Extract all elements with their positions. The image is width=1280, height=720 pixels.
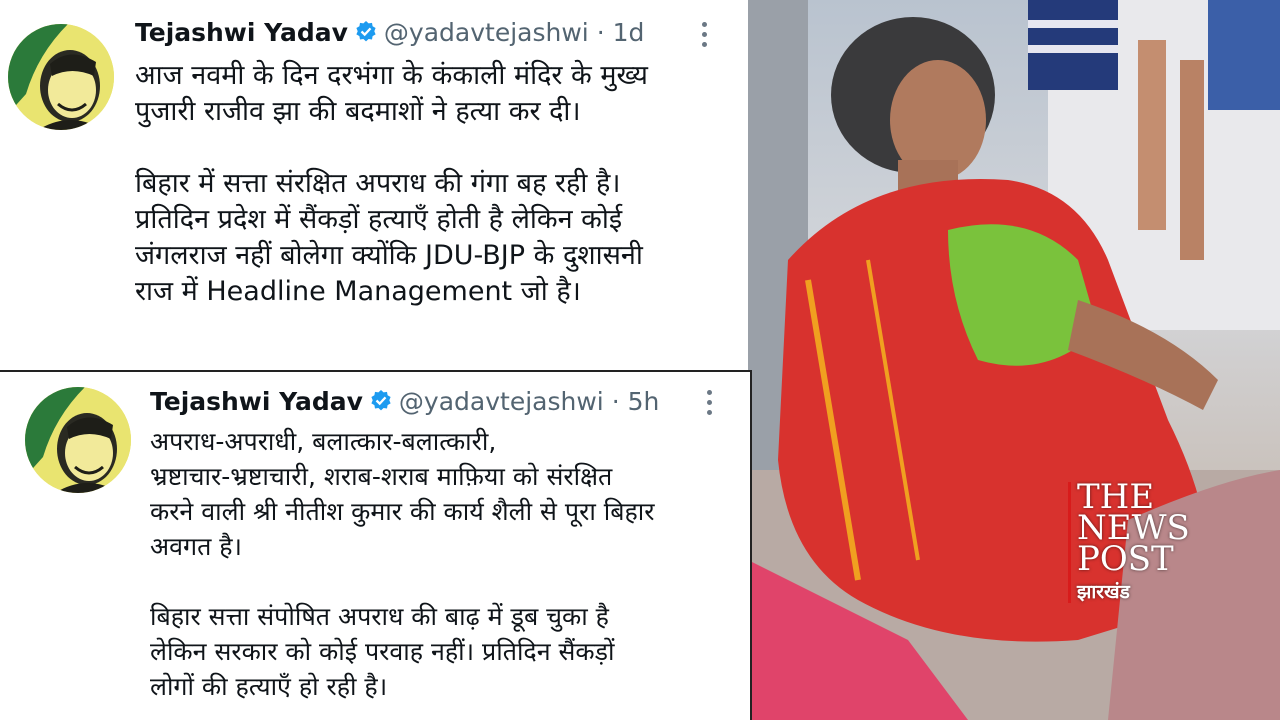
author-name[interactable]: Tejashwi Yadav <box>135 18 348 47</box>
avatar-portrait-icon <box>8 24 114 130</box>
tweet-line: बिहार सत्ता संपोषित अपराध की बाढ़ में डू… <box>150 602 609 631</box>
tweet-line: लेकिन सरकार को कोई परवाह नहीं। प्रतिदिन … <box>150 637 615 666</box>
more-options-icon[interactable] <box>702 22 708 48</box>
more-options-icon[interactable] <box>707 390 713 416</box>
tweet-time[interactable]: 5h <box>628 387 660 416</box>
watermark-line-3: POST <box>1077 539 1174 579</box>
tweet-line: भ्रष्टाचार-भ्रष्टाचारी, शराब-शराब माफ़िय… <box>150 462 613 491</box>
verified-badge-icon <box>356 21 376 42</box>
separator-dot: · <box>611 387 620 416</box>
tweet-line: पुजारी राजीव झा की बदमाशों ने हत्या कर द… <box>135 96 581 127</box>
news-photo: THE NEWS POST झारखंड <box>748 0 1280 720</box>
tweet-line: बिहार में सत्ता संरक्षित अपराध की गंगा ब… <box>135 168 621 199</box>
tweet-line: लोगों की हत्याएँ हो रही है। <box>150 672 388 701</box>
tweet-line: अवगत है। <box>150 532 243 561</box>
tweet-text: अपराध-अपराधी, बलात्कार-बलात्कारी, भ्रष्ट… <box>150 424 654 704</box>
avatar[interactable] <box>8 24 114 130</box>
tweet-line: अपराध-अपराधी, बलात्कार-बलात्कारी, <box>150 427 497 456</box>
tweet-line: प्रतिदिन प्रदेश में सैंकड़ों हत्याएँ होत… <box>135 204 623 235</box>
photo-illustration <box>748 0 1280 720</box>
author-name[interactable]: Tejashwi Yadav <box>150 387 363 416</box>
avatar-portrait-icon <box>25 387 131 493</box>
tweet-line: जंगलराज नहीं बोलेगा क्योंकि JDU-BJP के द… <box>135 240 643 271</box>
author-handle[interactable]: @yadavtejashwi <box>384 18 589 47</box>
tweet-line: आज नवमी के दिन दरभंगा के कंकाली मंदिर के… <box>135 60 648 91</box>
watermark-subtitle: झारखंड <box>1077 581 1130 603</box>
news-watermark: THE NEWS POST झारखंड <box>1068 480 1237 603</box>
verified-badge-icon <box>371 390 391 411</box>
tweet-card-1[interactable]: Tejashwi Yadav @yadavtejashwi · 1d आज नवम… <box>0 0 748 370</box>
author-handle[interactable]: @yadavtejashwi <box>399 387 604 416</box>
tweet-time[interactable]: 1d <box>613 18 645 47</box>
tweet-line: करने वाली श्री नीतीश कुमार की कार्य शैली… <box>150 497 655 526</box>
tweet-card-2[interactable]: Tejashwi Yadav @yadavtejashwi · 5h अपराध-… <box>0 370 752 720</box>
separator-dot: · <box>596 18 605 47</box>
tweet-line: राज में Headline Management जो है। <box>135 276 581 307</box>
avatar[interactable] <box>25 387 131 493</box>
tweet-text: आज नवमी के दिन दरभंगा के कंकाली मंदिर के… <box>135 58 648 310</box>
